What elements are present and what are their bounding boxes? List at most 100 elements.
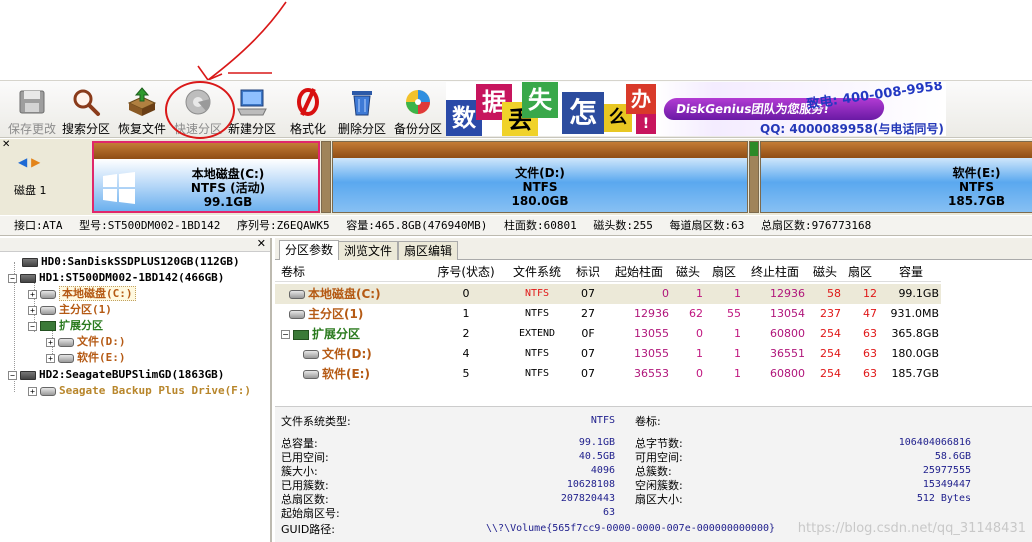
partition-e-fs: NTFS — [958, 180, 995, 194]
col-header-start-cyl[interactable]: 起始柱面 — [609, 262, 669, 282]
tab-bar: 分区参数 浏览文件 扇区编辑 — [275, 238, 1032, 260]
table-cell: 60800 — [770, 367, 805, 380]
partition-block-primary[interactable] — [321, 141, 331, 213]
table-row[interactable]: 主分区(1) 1 NTFS 27 12936 62 55 13054 237 47 931.0MB — [275, 304, 941, 324]
tree-item-extended[interactable]: − 扩展分区 — [28, 318, 103, 334]
disk-model: 型号:ST500DM002-1BD142 — [79, 219, 221, 232]
volume-icon — [289, 290, 305, 299]
next-disk-icon[interactable]: ▶ — [31, 155, 40, 169]
table-cell: EXTEND — [518, 328, 556, 339]
table-cell: 07 — [581, 347, 595, 360]
partition-block-free[interactable] — [749, 141, 759, 213]
col-header-fs[interactable]: 文件系统 — [507, 262, 567, 282]
table-row[interactable]: 软件(E:) 5 NTFS 07 36553 0 1 60800 254 63 185.7GB — [275, 364, 941, 384]
expand-icon[interactable]: + — [46, 353, 55, 363]
fs-type-value: NTFS — [590, 415, 615, 426]
tree-item-primary[interactable]: + 主分区(1) — [28, 302, 112, 318]
tree-item-hd1[interactable]: − HD1:ST500DM002-1BD142(466GB) — [8, 270, 224, 286]
save-button[interactable]: 保存更改 — [4, 83, 60, 136]
tree-item-c[interactable]: + 本地磁盘(C:) — [28, 286, 136, 302]
partition-name-cell: 主分区(1) — [289, 304, 363, 324]
partition-block-c[interactable]: 本地磁盘(C:) NTFS (活动) 99.1GB — [92, 141, 320, 213]
backup-partition-label: 备份分区 — [393, 122, 442, 136]
fs-info-panel: 文件系统类型: NTFS 卷标: 总容量: 99.1GB 已用空间: 40.5GB 簇大… — [275, 406, 1032, 542]
table-row[interactable]: 本地磁盘(C:) 0 NTFS 07 0 1 1 12936 58 12 99.1GB — [275, 284, 941, 304]
format-icon — [297, 88, 319, 116]
new-partition-icon — [237, 89, 267, 116]
partition-block-d[interactable]: 文件(D:) NTFS 180.0GB — [332, 141, 748, 213]
tree-item-f[interactable]: + Seagate Backup Plus Drive(F:) — [28, 383, 251, 399]
disk-label: 磁盘 1 — [14, 184, 47, 197]
tree-f-label: Seagate Backup Plus Drive(F:) — [59, 384, 252, 397]
fs-info-value: 4096 — [590, 465, 615, 476]
recover-file-icon — [127, 87, 157, 116]
col-header-end-cyl[interactable]: 终止柱面 — [745, 262, 805, 282]
format-button[interactable]: 格式化 — [280, 83, 336, 136]
expand-icon[interactable]: + — [46, 337, 55, 347]
partition-block-e[interactable]: 软件(E:) NTFS 185.7GB — [760, 141, 1032, 213]
tree-item-hd0[interactable]: HD0:SanDiskSSDPLUS120GB(112GB) — [22, 254, 240, 270]
col-header-index[interactable]: 序号(状态) — [431, 262, 501, 282]
table-cell: 254 — [820, 367, 841, 380]
table-cell: 254 — [820, 327, 841, 340]
backup-partition-button[interactable]: 备份分区 — [390, 83, 446, 136]
partition-e-name: 软件(E:) — [952, 166, 1001, 180]
tab-sector-edit[interactable]: 扇区编辑 — [398, 241, 459, 260]
fs-info-label: 总簇数: — [635, 465, 672, 478]
fs-info-label: 簇大小: — [281, 465, 318, 478]
table-cell: 07 — [581, 287, 595, 300]
tree-item-hd2[interactable]: − HD2:SeagateBUPSlimGD(1863GB) — [8, 367, 224, 383]
col-header-id[interactable]: 标识 — [571, 262, 605, 282]
tree-item-d[interactable]: + 文件(D:) — [46, 334, 126, 350]
table-cell: 0F — [581, 327, 595, 340]
table-row[interactable]: − 扩展分区 2 EXTEND 0F 13055 0 1 60800 254 63 365.8GB — [275, 324, 941, 344]
delete-partition-label: 删除分区 — [337, 122, 386, 136]
expand-icon[interactable]: + — [28, 386, 37, 396]
ad-banner[interactable]: 数 据 丢 失 怎 么 办 ! DiskGenius团队为您服务! 致电: 40… — [446, 82, 946, 136]
table-cell: NTFS — [524, 288, 550, 299]
table-cell: NTFS — [524, 308, 550, 319]
col-header-end-sector[interactable]: 扇区 — [843, 262, 877, 282]
search-partition-label: 搜索分区 — [61, 122, 110, 136]
collapse-icon[interactable]: − — [8, 273, 17, 283]
expand-icon[interactable]: + — [28, 289, 37, 299]
col-header-end-head[interactable]: 磁头 — [809, 262, 841, 282]
partition-c-name: 本地磁盘(C:) — [191, 167, 265, 181]
collapse-icon[interactable]: − — [8, 370, 17, 380]
search-icon — [73, 89, 100, 116]
tree-extended-label: 扩展分区 — [59, 319, 103, 332]
partition-name-cell: 本地磁盘(C:) — [289, 284, 381, 304]
disk-sectors-per-track: 每道扇区数:63 — [669, 219, 745, 232]
col-header-label[interactable]: 卷标 — [281, 262, 305, 282]
table-row[interactable]: 文件(D:) 4 NTFS 07 13055 1 1 36551 254 63 180.0GB — [275, 344, 941, 364]
prev-disk-icon[interactable]: ◀ — [18, 155, 27, 169]
new-partition-button[interactable]: 新建分区 — [224, 83, 280, 136]
table-cell: 4 — [462, 347, 470, 360]
delete-partition-button[interactable]: 删除分区 — [334, 83, 390, 136]
recover-file-button[interactable]: 恢复文件 — [114, 83, 170, 136]
col-header-start-head[interactable]: 磁头 — [673, 262, 703, 282]
close-icon[interactable]: ✕ — [2, 139, 10, 150]
fs-info-label: 总容量: — [281, 437, 318, 450]
collapse-icon[interactable]: − — [28, 321, 37, 331]
tree-hd1-label: HD1:ST500DM002-1BD142(466GB) — [39, 271, 225, 284]
col-header-capacity[interactable]: 容量 — [883, 262, 939, 282]
table-cell: 1 — [734, 347, 741, 360]
tab-browse-files[interactable]: 浏览文件 — [338, 241, 399, 260]
annotation-arrow-icon — [197, 1, 287, 80]
disk-interface: 接口:ATA — [14, 219, 63, 232]
expand-icon[interactable]: + — [28, 305, 37, 315]
col-header-start-sector[interactable]: 扇区 — [707, 262, 741, 282]
fs-info-label: 已用簇数: — [281, 479, 329, 492]
tree-hd0-label: HD0:SanDiskSSDPLUS120GB(112GB) — [41, 255, 240, 268]
tree-item-e[interactable]: + 软件(E:) — [46, 350, 126, 366]
fs-type-label: 文件系统类型: — [281, 415, 351, 428]
tab-partition-params[interactable]: 分区参数 — [279, 240, 340, 260]
tree-close-icon[interactable]: ✕ — [257, 237, 266, 250]
table-cell: 365.8GB — [891, 327, 939, 340]
table-cell: 1 — [696, 347, 703, 360]
partition-name-cell: 文件(D:) — [303, 344, 372, 364]
collapse-icon[interactable]: − — [281, 330, 290, 339]
search-partition-button[interactable]: 搜索分区 — [58, 83, 114, 136]
quick-partition-button[interactable]: 快速分区 — [170, 83, 226, 136]
